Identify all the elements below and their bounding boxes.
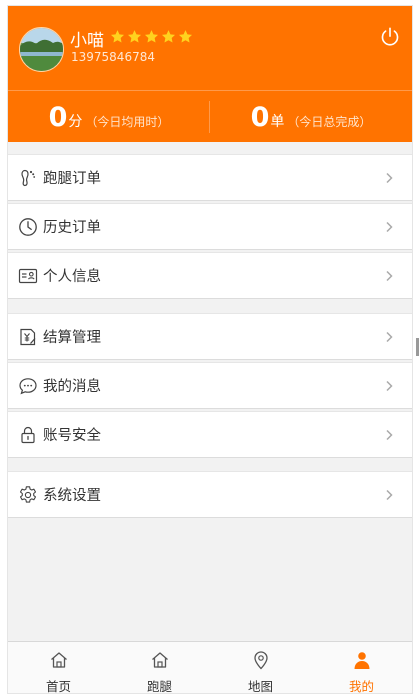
menu-item-history-orders[interactable]: 历史订单 [8, 203, 412, 250]
tab-label: 首页 [45, 679, 71, 693]
tab-label: 地图 [247, 679, 273, 693]
map-pin-icon [254, 651, 268, 670]
menu-item-errand-orders[interactable]: 跑腿订单 [8, 154, 412, 201]
home-icon [51, 652, 67, 668]
star-icon [144, 30, 159, 43]
chevron-right-icon [386, 429, 393, 440]
user-phone: 13975846784 [71, 50, 155, 64]
menu-item-label: 跑腿订单 [43, 171, 101, 187]
menu-item-label: 结算管理 [43, 330, 101, 346]
chevron-right-icon [386, 172, 393, 183]
star-icon [178, 30, 193, 43]
stat-value: 0 [250, 101, 270, 133]
menu-item-settlement[interactable]: 结算管理 [8, 313, 412, 360]
phone-screen: 小喵 13975846784 0 分 （今日均用时） 0 单 （今日总完成） 跑… [8, 6, 412, 693]
home-icon [152, 652, 168, 668]
chevron-right-icon [386, 331, 393, 342]
stat-note: （今日总完成） [287, 114, 372, 129]
menu-item-label: 历史订单 [43, 220, 101, 236]
gear-icon [19, 485, 37, 503]
clock-icon [19, 217, 37, 236]
power-icon[interactable] [379, 26, 401, 48]
chevron-right-icon [386, 489, 393, 500]
menu-item-label: 账号安全 [43, 428, 101, 444]
chevron-right-icon [386, 380, 393, 391]
stat-note: （今日均用时） [85, 114, 170, 129]
chat-bubble-icon [19, 377, 37, 394]
chevron-right-icon [386, 221, 393, 232]
tab-map[interactable]: 地图 [210, 642, 311, 693]
menu-item-messages[interactable]: 我的消息 [8, 362, 412, 409]
menu-item-label: 我的消息 [43, 379, 101, 395]
star-icon [110, 30, 125, 43]
tab-home[interactable]: 首页 [8, 642, 109, 693]
star-icon [161, 30, 176, 43]
stat-value: 0 [48, 101, 68, 133]
edge-scroll-marker [416, 338, 419, 356]
id-card-icon [18, 268, 38, 283]
stat-completed-orders: 0 单 （今日总完成） [210, 92, 412, 142]
rating-stars [110, 29, 193, 44]
menu-item-label: 个人信息 [43, 269, 101, 285]
chevron-right-icon [386, 270, 393, 281]
bottom-tab-bar: 首页 跑腿 地图 我的 [8, 641, 412, 693]
tab-label: 跑腿 [146, 679, 172, 693]
menu-item-system-settings[interactable]: 系统设置 [8, 471, 412, 518]
profile-header: 小喵 13975846784 0 分 （今日均用时） 0 单 （今日总完成） [8, 6, 412, 142]
yuan-document-icon [20, 328, 36, 345]
avatar[interactable] [19, 27, 64, 72]
stat-unit: 分 [68, 114, 83, 130]
menu-item-personal-info[interactable]: 个人信息 [8, 252, 412, 299]
menu-item-label: 系统设置 [43, 488, 101, 504]
stat-average-time: 0 分 （今日均用时） [8, 92, 210, 142]
stat-unit: 单 [270, 114, 285, 130]
menu-item-account-security[interactable]: 账号安全 [8, 411, 412, 458]
user-name: 小喵 [70, 31, 104, 51]
tab-errand[interactable]: 跑腿 [109, 642, 210, 693]
tab-mine[interactable]: 我的 [311, 642, 412, 693]
header-divider [8, 90, 412, 91]
tab-label: 我的 [348, 679, 374, 693]
person-icon [354, 652, 370, 669]
star-icon [127, 30, 142, 43]
footprint-icon [21, 169, 36, 186]
lock-icon [21, 426, 35, 443]
